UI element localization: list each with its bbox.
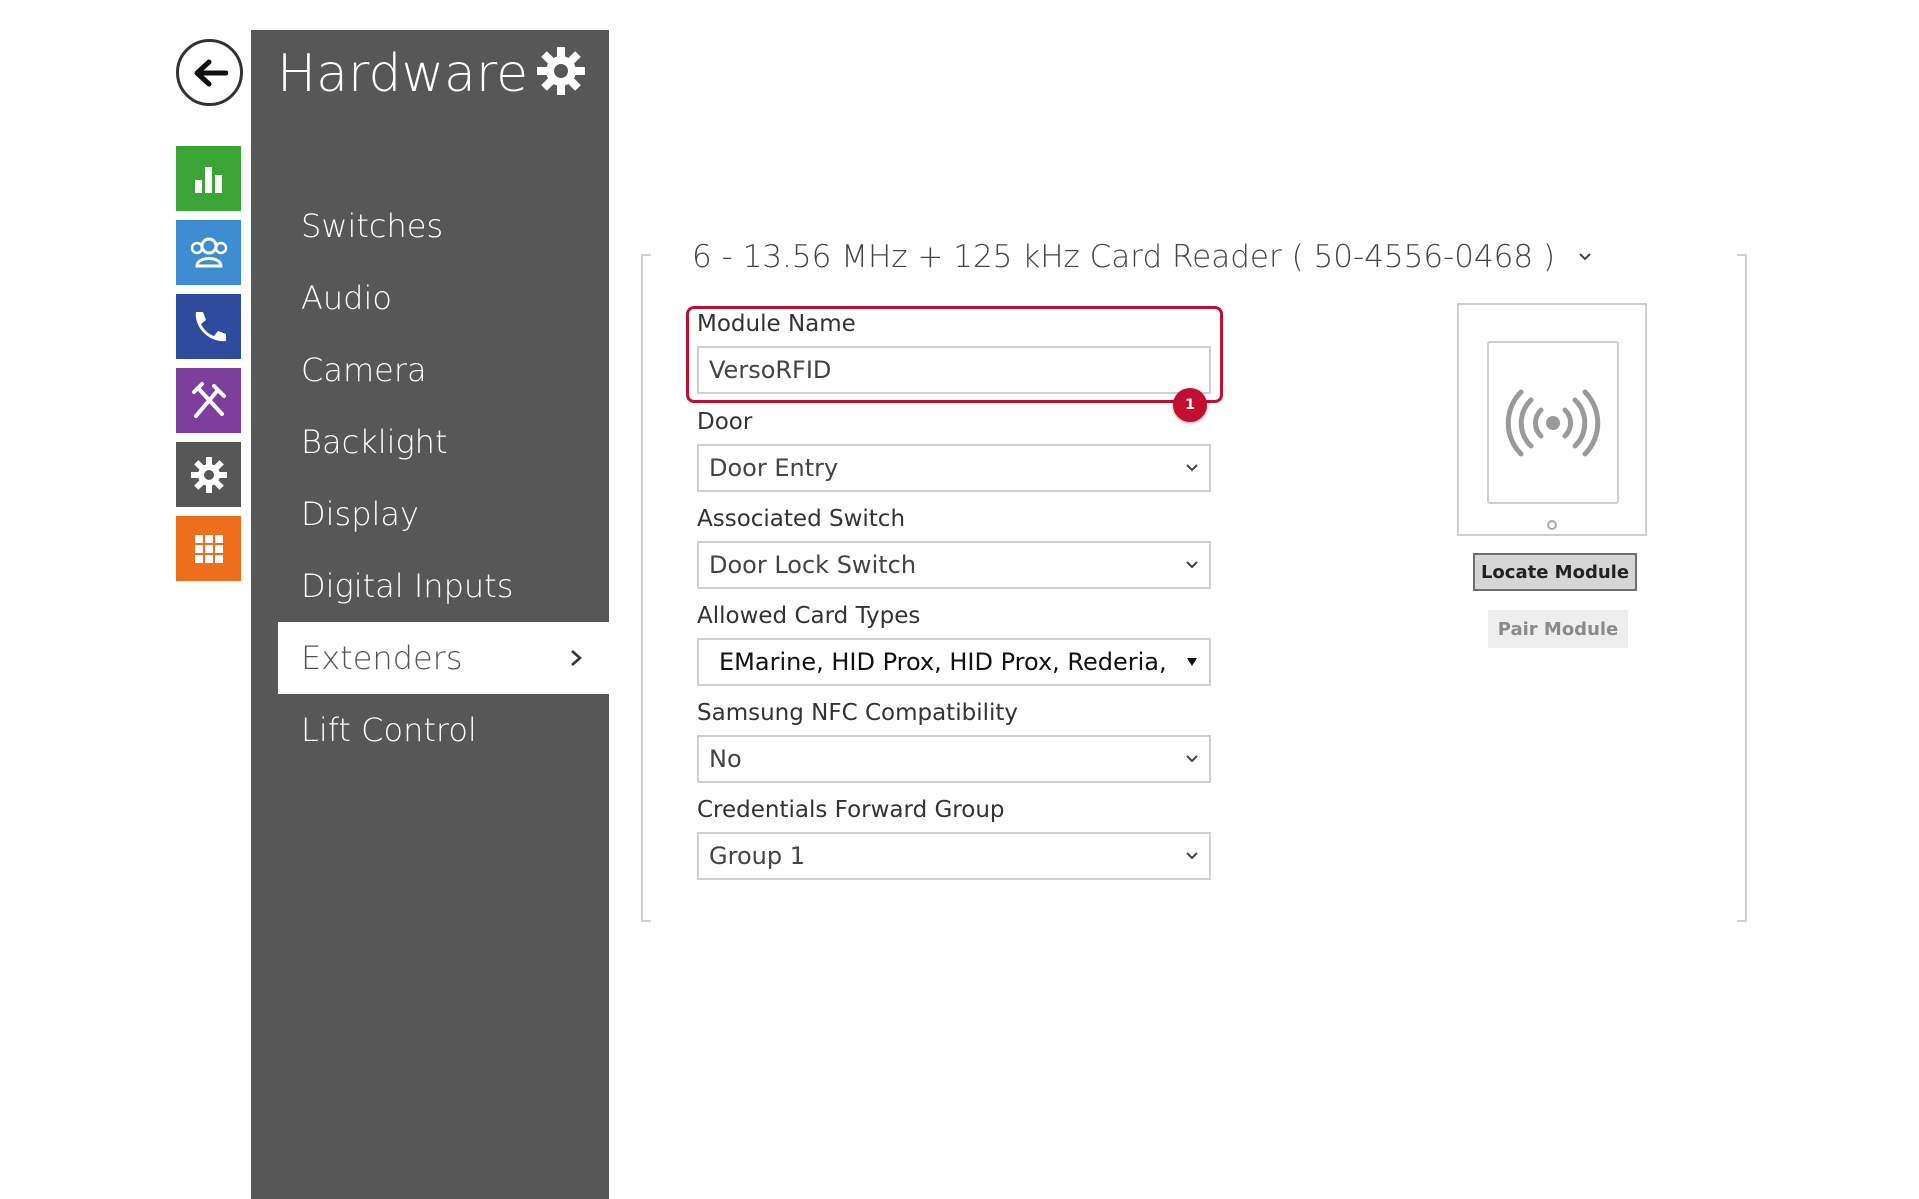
module-name-input[interactable]: VersoRFID xyxy=(697,346,1211,394)
status-chart-icon xyxy=(194,166,222,193)
sidebar-item-extenders[interactable]: Extenders xyxy=(278,622,609,694)
directory-tile[interactable] xyxy=(176,220,241,285)
services-tile[interactable] xyxy=(176,368,241,433)
chevron-down-icon xyxy=(1186,852,1198,860)
samsung-nfc-select[interactable]: No xyxy=(697,735,1211,783)
credentials-forward-group-select[interactable]: Group 1 xyxy=(697,832,1211,880)
associated-switch-value: Door Lock Switch xyxy=(709,551,917,579)
sidebar-item-digital-inputs[interactable]: Digital Inputs xyxy=(251,550,609,622)
allowed-card-types-select[interactable]: EMarine, HID Prox, HID Prox, Rederia, H xyxy=(697,638,1211,686)
door-select-value: Door Entry xyxy=(709,454,839,482)
chevron-down-icon xyxy=(1186,561,1198,569)
back-button[interactable] xyxy=(176,39,243,106)
system-grid-icon xyxy=(194,534,223,563)
status-tile[interactable] xyxy=(176,146,241,211)
module-name-label: Module Name xyxy=(697,311,856,337)
sidebar-nav: Switches Audio Camera Backlight Display … xyxy=(251,190,609,766)
samsung-nfc-value: No xyxy=(709,745,742,773)
dropdown-triangle-icon xyxy=(1175,640,1209,684)
chevron-down-icon xyxy=(1579,253,1591,261)
hardware-tile[interactable] xyxy=(176,442,241,507)
sidebar-item-camera[interactable]: Camera xyxy=(251,334,609,406)
pair-module-button[interactable]: Pair Module xyxy=(1488,610,1628,648)
arrow-left-icon xyxy=(194,59,228,86)
allowed-card-types-label: Allowed Card Types xyxy=(697,603,921,629)
credentials-forward-group-value: Group 1 xyxy=(709,842,805,870)
phone-icon xyxy=(195,311,226,341)
sidebar-title: Hardware xyxy=(277,44,529,104)
module-title-text: 6 - 13.56 MHz + 125 kHz Card Reader ( 50… xyxy=(692,239,1556,275)
sidebar-item-display[interactable]: Display xyxy=(251,478,609,550)
directory-users-icon xyxy=(190,237,227,267)
door-label: Door xyxy=(697,409,753,435)
credentials-forward-group-label: Credentials Forward Group xyxy=(697,797,1005,823)
sidebar-item-backlight[interactable]: Backlight xyxy=(251,406,609,478)
hardware-gear-icon xyxy=(190,456,227,493)
module-led-indicator xyxy=(1547,520,1557,530)
panel-border-right xyxy=(1737,254,1747,922)
chevron-down-icon xyxy=(1186,464,1198,472)
chevron-down-icon xyxy=(1186,755,1198,763)
callout-badge: 1 xyxy=(1173,388,1207,422)
gear-icon[interactable] xyxy=(534,44,588,98)
locate-module-button[interactable]: Locate Module xyxy=(1473,553,1637,591)
hardware-sidebar: Hardware Switches Audio Camera Backlight… xyxy=(251,30,609,1199)
associated-switch-select[interactable]: Door Lock Switch xyxy=(697,541,1211,589)
sidebar-item-lift-control[interactable]: Lift Control xyxy=(251,694,609,766)
module-preview xyxy=(1457,303,1647,536)
phone-tile[interactable] xyxy=(176,294,241,359)
module-preview-screen xyxy=(1487,341,1619,504)
panel-border-left xyxy=(641,254,651,922)
samsung-nfc-label: Samsung NFC Compatibility xyxy=(697,700,1018,726)
allowed-card-types-value: EMarine, HID Prox, HID Prox, Rederia, H xyxy=(719,648,1193,676)
system-tile[interactable] xyxy=(176,516,241,581)
sidebar-item-switches[interactable]: Switches xyxy=(251,190,609,262)
chevron-right-icon xyxy=(571,650,582,666)
door-select[interactable]: Door Entry xyxy=(697,444,1211,492)
associated-switch-label: Associated Switch xyxy=(697,506,906,532)
sidebar-item-label: Extenders xyxy=(301,639,463,677)
module-title[interactable]: 6 - 13.56 MHz + 125 kHz Card Reader ( 50… xyxy=(692,232,1593,282)
services-tools-icon xyxy=(191,381,226,418)
rfid-signal-icon xyxy=(1505,389,1601,456)
sidebar-item-audio[interactable]: Audio xyxy=(251,262,609,334)
